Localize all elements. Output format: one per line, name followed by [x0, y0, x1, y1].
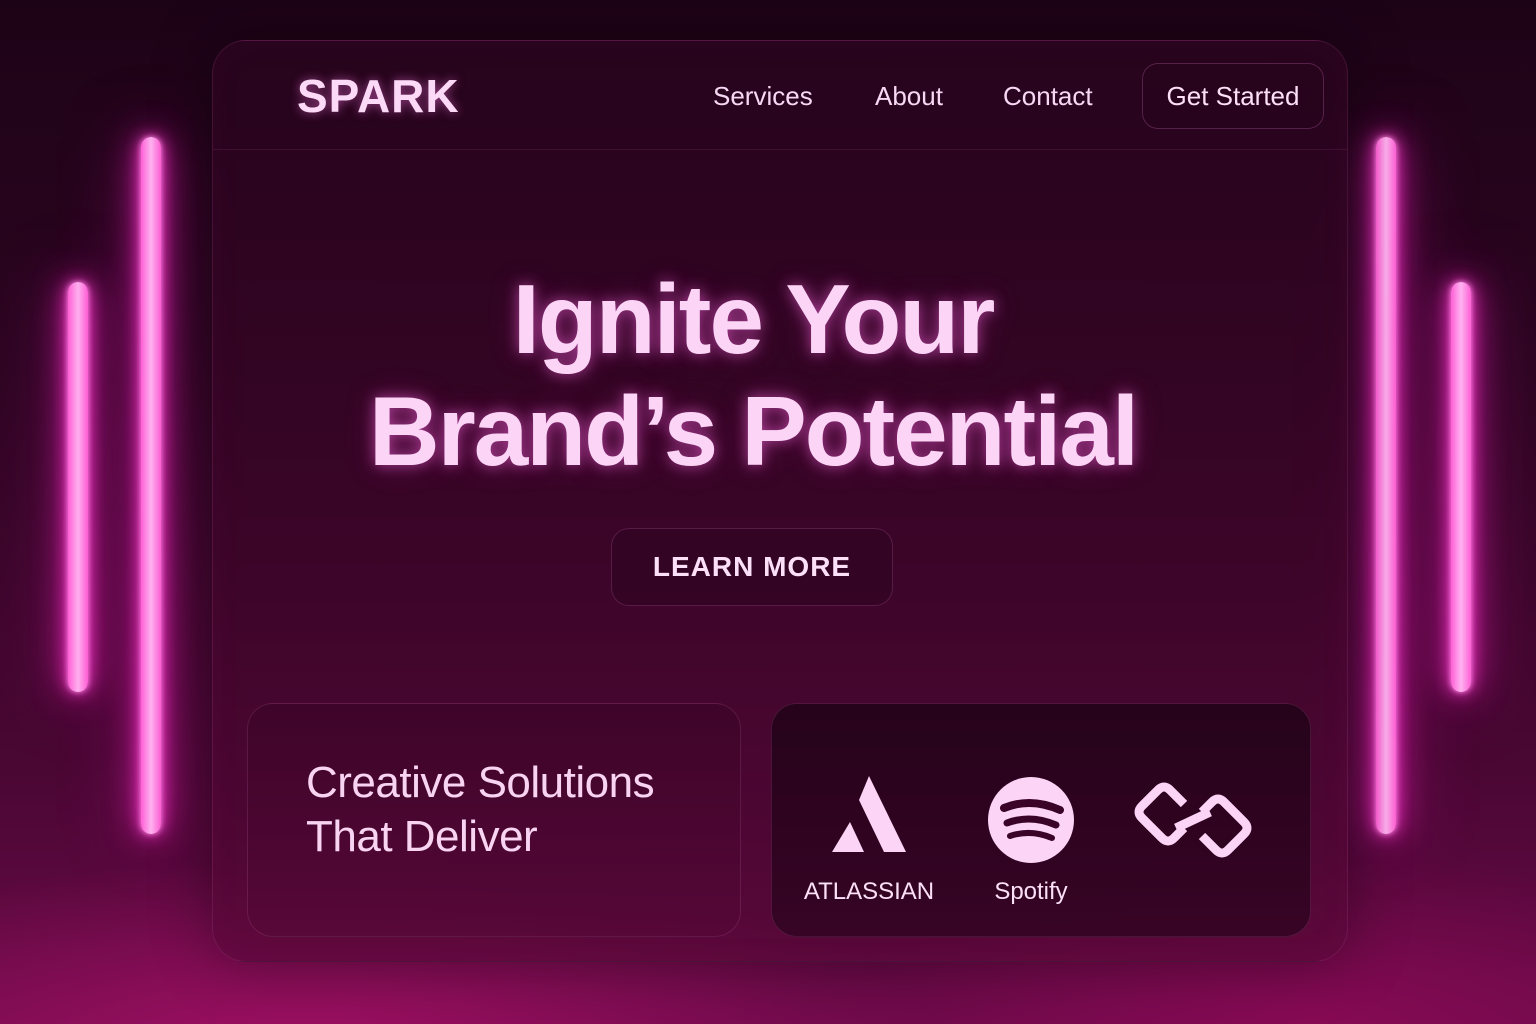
hero-title-line-2: Brand’s Potential — [368, 376, 1139, 486]
feature-card-heading: Creative Solutions That Deliver — [306, 756, 655, 864]
atlassian-icon — [832, 776, 906, 852]
nav-link-services[interactable]: Services — [713, 81, 813, 112]
feature-card: Creative Solutions That Deliver — [247, 703, 741, 937]
get-started-button[interactable]: Get Started — [1142, 63, 1324, 129]
partner-chain-link[interactable] — [1118, 770, 1268, 920]
brand-logo[interactable]: SPARK — [297, 69, 460, 123]
spotify-icon — [988, 777, 1074, 863]
feature-heading-line-2: That Deliver — [306, 812, 538, 861]
main-panel: SPARK Services About Contact Get Started… — [212, 40, 1348, 962]
partner-spotify[interactable]: Spotify — [956, 770, 1106, 920]
feature-heading-line-1: Creative Solutions — [306, 758, 655, 807]
neon-bar-left-tall — [141, 137, 161, 834]
neon-bar-left-short — [68, 282, 88, 692]
navbar: SPARK Services About Contact Get Started — [213, 41, 1347, 150]
learn-more-button[interactable]: LEARN MORE — [611, 528, 893, 606]
partner-label-atlassian: ATLASSIAN — [803, 878, 935, 905]
nav-link-contact[interactable]: Contact — [1003, 81, 1093, 112]
neon-bar-right-short — [1451, 282, 1471, 692]
hero-title: Ignite Your Brand’s Potential — [313, 263, 1193, 487]
chain-link-icon — [1134, 782, 1252, 858]
neon-bar-right-tall — [1376, 137, 1396, 834]
hero-title-line-1: Ignite Your — [512, 264, 996, 374]
partner-atlassian[interactable]: ATLASSIAN — [794, 770, 944, 920]
partners-card: ATLASSIAN Spotify — [771, 703, 1311, 937]
nav-link-about[interactable]: About — [875, 81, 943, 112]
partner-label-spotify: Spotify — [994, 878, 1068, 905]
